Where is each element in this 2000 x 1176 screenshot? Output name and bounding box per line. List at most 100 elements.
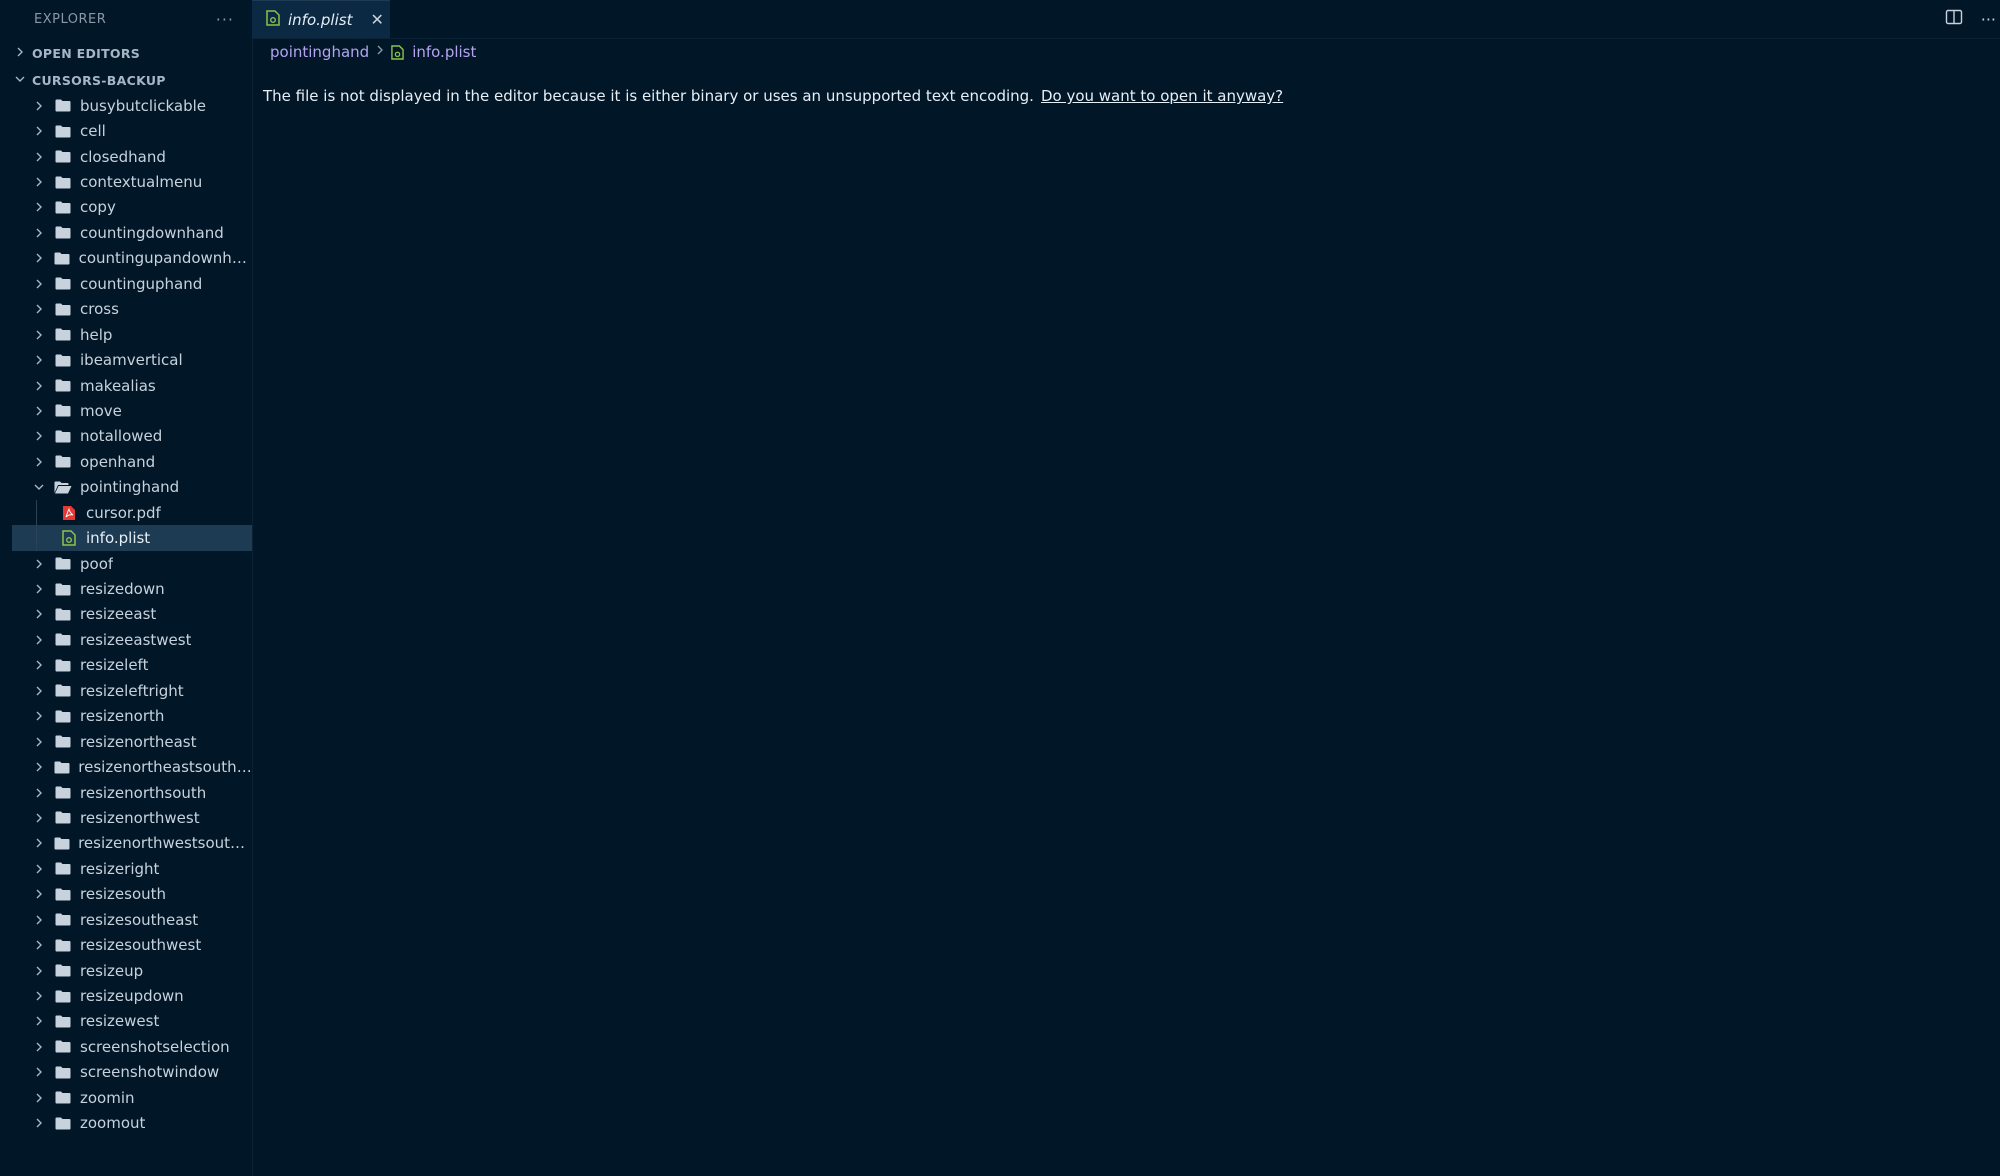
chevron-right-icon [32, 837, 45, 849]
tree-folder[interactable]: resizeleftright [0, 678, 252, 703]
tree-folder[interactable]: busybutclickable [0, 93, 252, 118]
tree-folder[interactable]: resizesouthwest [0, 932, 252, 957]
tree-folder[interactable]: notallowed [0, 424, 252, 449]
breadcrumb-file[interactable]: info.plist [412, 43, 476, 61]
tree-folder[interactable]: cross [0, 297, 252, 322]
tree-folder[interactable]: resizenorthsouth [0, 780, 252, 805]
workspace-section[interactable]: CURSORS-BACKUP [0, 67, 252, 93]
tree-folder[interactable]: cell [0, 118, 252, 143]
open-editors-section[interactable]: OPEN EDITORS [0, 40, 252, 66]
folder-icon [54, 1040, 72, 1053]
tree-folder[interactable]: countinguphand [0, 271, 252, 296]
tree-folder[interactable]: screenshotwindow [0, 1060, 252, 1085]
tree-folder[interactable]: resizeeast [0, 602, 252, 627]
tree-folder[interactable]: resizesoutheast [0, 907, 252, 932]
tree-folder[interactable]: zoomin [0, 1085, 252, 1110]
tree-folder[interactable]: resizenorth [0, 704, 252, 729]
tree-folder[interactable]: poof [0, 551, 252, 576]
tree-folder[interactable]: contextualmenu [0, 169, 252, 194]
tree-folder[interactable]: resizewest [0, 1009, 252, 1034]
chevron-right-icon [32, 914, 46, 926]
chevron-right-icon [32, 736, 46, 748]
chevron-right-icon [32, 329, 46, 341]
breadcrumb-folder[interactable]: pointinghand [270, 43, 369, 61]
chevron-right-icon [32, 380, 46, 392]
folder-icon [54, 404, 72, 417]
open-anyway-link[interactable]: Do you want to open it anyway? [1041, 87, 1283, 105]
tree-folder[interactable]: resizenortheast [0, 729, 252, 754]
tree-folder-label: closedhand [80, 147, 166, 166]
tree-folder[interactable]: screenshotselection [0, 1034, 252, 1059]
chevron-right-icon [32, 634, 46, 646]
tree-file[interactable]: info.plist [12, 525, 252, 551]
chevron-right-icon [14, 46, 26, 61]
chevron-right-icon [32, 558, 46, 570]
tree-folder[interactable]: help [0, 322, 252, 347]
tree-folder-label: busybutclickable [80, 96, 206, 115]
tree-folder[interactable]: resizeup [0, 958, 252, 983]
chevron-right-icon [32, 812, 46, 824]
tree-folder[interactable]: resizeupdown [0, 983, 252, 1008]
folder-icon [54, 735, 72, 748]
tree-folder[interactable]: copy [0, 195, 252, 220]
plist-file-icon [266, 9, 280, 30]
tree-folder-label: resizewest [80, 1012, 160, 1031]
tree-folder-label: resizenorthwestsouthe... [78, 834, 252, 853]
close-icon[interactable]: ✕ [370, 10, 383, 29]
folder-icon [54, 786, 72, 799]
tree-folder[interactable]: countingupandownhand [0, 246, 252, 271]
tree-file-label: info.plist [86, 529, 151, 548]
tree-folder-label: countingdownhand [80, 223, 224, 242]
chevron-right-icon [32, 863, 46, 875]
folder-icon [54, 328, 72, 341]
folder-icon [53, 252, 70, 265]
tree-folder[interactable]: resizeright [0, 856, 252, 881]
more-actions-icon[interactable]: ··· [216, 10, 234, 29]
tree-folder[interactable]: resizenorthwest [0, 805, 252, 830]
folder-icon [54, 150, 72, 163]
tree-folder-label: resizeleft [80, 656, 149, 675]
tree-folder[interactable]: makealias [0, 373, 252, 398]
tree-folder-label: screenshotselection [80, 1037, 230, 1056]
tree-folder[interactable]: resizeeastwest [0, 627, 252, 652]
tree-folder-label: resizenorth [80, 707, 165, 726]
tree-folder[interactable]: openhand [0, 449, 252, 474]
tree-folder-label: help [80, 325, 113, 344]
tree-folder[interactable]: resizenorthwestsouthe... [0, 831, 252, 856]
chevron-right-icon [32, 151, 46, 163]
tree-folder[interactable]: countingdownhand [0, 220, 252, 245]
tab-info-plist[interactable]: info.plist ✕ [252, 0, 390, 38]
editor-more-icon[interactable]: ··· [1981, 10, 1996, 29]
folder-icon [54, 862, 72, 875]
tree-folder-label: countingupandownhand [78, 249, 252, 268]
chevron-right-icon [32, 659, 46, 671]
binary-file-message: The file is not displayed in the editor … [263, 84, 1283, 108]
chevron-right-icon [32, 252, 45, 264]
tree-folder-label: resizeeastwest [80, 630, 192, 649]
tree-folder[interactable]: pointinghand [0, 475, 252, 500]
folder-icon [54, 913, 72, 926]
tree-folder-label: resizesouth [80, 885, 167, 904]
tab-bar: info.plist ✕ ··· [252, 0, 2000, 39]
tree-folder[interactable]: resizenortheastsouthw... [0, 754, 252, 779]
chevron-right-icon [32, 176, 46, 188]
folder-icon [54, 430, 72, 443]
tree-folder[interactable]: resizesouth [0, 882, 252, 907]
tree-folder[interactable]: ibeamvertical [0, 347, 252, 372]
tree-folder-label: screenshotwindow [80, 1063, 220, 1082]
plist-file-icon [60, 530, 78, 546]
tree-file[interactable]: cursor.pdf [0, 500, 252, 526]
tree-folder-label: contextualmenu [80, 173, 203, 192]
chevron-right-icon [32, 1117, 46, 1129]
tree-folder[interactable]: zoomout [0, 1111, 252, 1136]
breadcrumb: pointinghand info.plist [270, 40, 476, 64]
tree-folder[interactable]: move [0, 398, 252, 423]
split-editor-icon[interactable] [1945, 9, 1963, 29]
chevron-right-icon [32, 201, 46, 213]
tree-folder[interactable]: resizedown [0, 576, 252, 601]
tree-folder-label: resizenorthwest [80, 808, 200, 827]
chevron-right-icon [32, 685, 46, 697]
tree-folder-label: zoomin [80, 1088, 135, 1107]
tree-folder[interactable]: closedhand [0, 144, 252, 169]
tree-folder[interactable]: resizeleft [0, 653, 252, 678]
